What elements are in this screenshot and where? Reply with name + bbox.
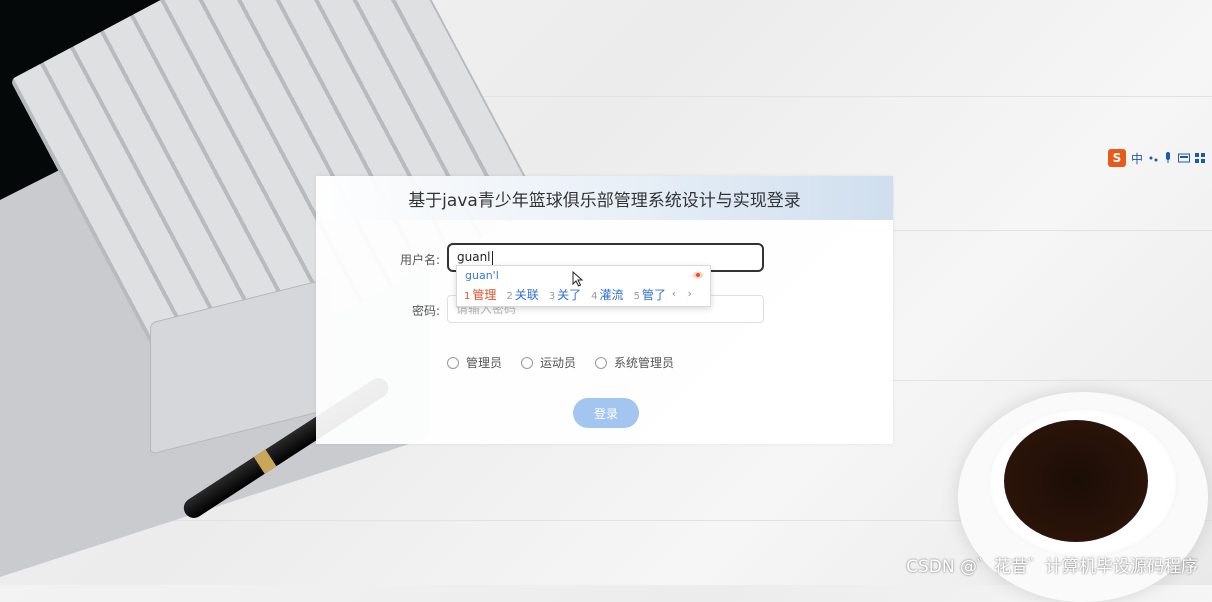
grid-icon[interactable] [1195, 153, 1206, 163]
ime-candidate[interactable]: 2 关联 [506, 286, 538, 303]
radio-circle-icon[interactable] [595, 356, 607, 369]
page-title: 基于java青少年篮球俱乐部管理系统设计与实现登录 [408, 190, 801, 211]
keyboard-icon[interactable] [1178, 153, 1191, 163]
password-label: 密码: [411, 304, 440, 318]
login-header: 基于java青少年篮球俱乐部管理系统设计与实现登录 [316, 176, 893, 220]
ime-candidate[interactable]: 5 管了 [634, 286, 666, 303]
login-button[interactable]: 登录 [573, 398, 639, 428]
role-label: 运动员 [540, 356, 577, 370]
watermark: CSDN @゛花昔゛计算机毕设源码程序 [906, 557, 1198, 577]
role-radio-admin[interactable]: 管理员 [447, 354, 502, 371]
role-label: 管理员 [466, 356, 503, 370]
eye-icon[interactable] [692, 270, 704, 280]
ime-toolbar[interactable]: S 中 [1108, 148, 1206, 168]
mouse-cursor-icon [572, 271, 584, 287]
ime-mode-toggle[interactable]: 中 [1131, 150, 1143, 167]
ime-composition: guan'l [465, 269, 499, 282]
punctuation-icon[interactable] [1148, 153, 1158, 163]
microphone-icon[interactable] [1163, 152, 1173, 164]
ime-candidate[interactable]: 4 灌流 [591, 286, 623, 303]
role-label: 系统管理员 [614, 356, 675, 370]
text-caret [491, 250, 493, 265]
coffee [1004, 420, 1148, 542]
ime-candidate-list: 1 管理 2 关联 3 关了 4 灌流 5 管了 [464, 286, 666, 303]
username-value: guanl [457, 250, 491, 264]
sogou-logo-icon[interactable]: S [1108, 149, 1126, 167]
radio-circle-icon[interactable] [521, 356, 533, 369]
username-label: 用户名: [399, 253, 440, 267]
radio-circle-icon[interactable] [447, 356, 459, 369]
role-radio-athlete[interactable]: 运动员 [521, 354, 576, 371]
role-radio-sysadmin[interactable]: 系统管理员 [595, 354, 674, 371]
ime-candidate[interactable]: 3 关了 [549, 286, 581, 303]
ime-page-nav[interactable]: ‹ › [672, 287, 696, 300]
ime-candidate[interactable]: 1 管理 [464, 286, 496, 303]
